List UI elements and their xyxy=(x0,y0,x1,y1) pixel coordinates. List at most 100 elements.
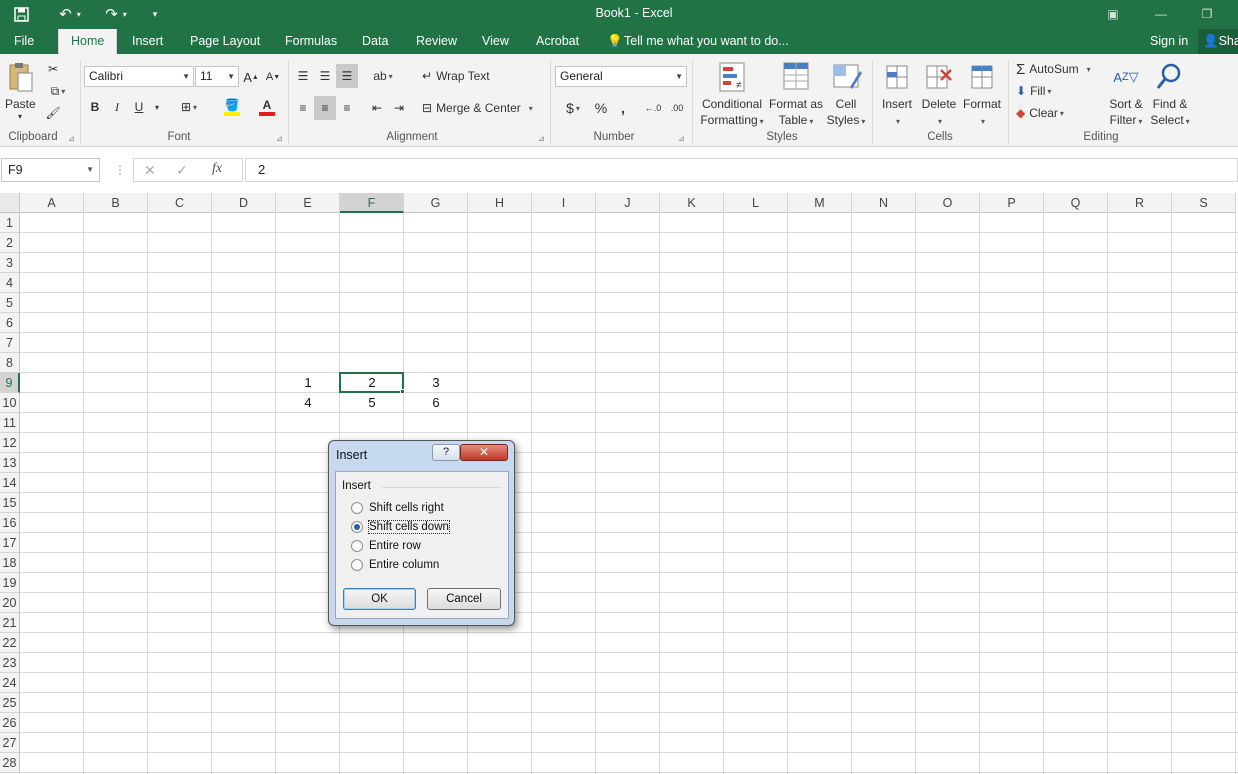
column-header-h[interactable]: H xyxy=(468,193,532,213)
row-header-9[interactable]: 9 xyxy=(0,373,20,393)
row-header-24[interactable]: 24 xyxy=(0,673,20,693)
insert-function-icon[interactable]: fx xyxy=(212,161,222,177)
row-header-10[interactable]: 10 xyxy=(0,393,20,413)
font-name-combo[interactable]: Calibri ▼ xyxy=(84,66,194,87)
decrease-indent-icon[interactable]: ⇤ xyxy=(368,98,386,118)
row-header-22[interactable]: 22 xyxy=(0,633,20,653)
decrease-font-size-icon[interactable]: A ▼ xyxy=(265,68,281,86)
column-header-c[interactable]: C xyxy=(148,193,212,213)
row-header-15[interactable]: 15 xyxy=(0,493,20,513)
row-header-5[interactable]: 5 xyxy=(0,293,20,313)
radio-button[interactable] xyxy=(351,502,363,514)
format-painter-icon[interactable]: 🖌 xyxy=(44,104,62,122)
row-header-7[interactable]: 7 xyxy=(0,333,20,353)
format-as-table-button[interactable]: Format as Table ▾ xyxy=(766,96,826,130)
align-right-icon[interactable]: ≡ xyxy=(338,98,356,118)
column-header-k[interactable]: K xyxy=(660,193,724,213)
merge-center-button[interactable]: ⊟ Merge & Center ▾ xyxy=(422,98,533,118)
row-header-4[interactable]: 4 xyxy=(0,273,20,293)
row-header-25[interactable]: 25 xyxy=(0,693,20,713)
column-header-b[interactable]: B xyxy=(84,193,148,213)
row-header-20[interactable]: 20 xyxy=(0,593,20,613)
tell-me-search[interactable]: Tell me what you want to do... xyxy=(624,29,789,54)
radio-button[interactable] xyxy=(351,559,363,571)
column-header-p[interactable]: P xyxy=(980,193,1044,213)
sign-in-link[interactable]: Sign in xyxy=(1150,29,1188,54)
cancel-entry-icon[interactable]: ✕ xyxy=(144,162,156,179)
column-header-g[interactable]: G xyxy=(404,193,468,213)
copy-icon[interactable]: ⧉ ▾ xyxy=(44,82,72,100)
font-color-icon[interactable]: A xyxy=(252,96,282,118)
cell-e9[interactable]: 1 xyxy=(276,373,340,393)
row-header-28[interactable]: 28 xyxy=(0,753,20,773)
currency-button[interactable]: $ ▾ xyxy=(560,98,586,118)
column-header-f[interactable]: F xyxy=(340,193,404,213)
increase-indent-icon[interactable]: ⇥ xyxy=(390,98,408,118)
help-icon[interactable]: ? xyxy=(432,444,460,461)
row-header-1[interactable]: 1 xyxy=(0,213,20,233)
middle-align-icon[interactable]: ☰ xyxy=(316,66,334,86)
row-header-17[interactable]: 17 xyxy=(0,533,20,553)
option-shift-cells-down[interactable]: Shift cells down xyxy=(351,519,450,535)
row-header-19[interactable]: 19 xyxy=(0,573,20,593)
format-cells-icon[interactable] xyxy=(966,60,998,94)
column-header-j[interactable]: J xyxy=(596,193,660,213)
column-header-s[interactable]: S xyxy=(1172,193,1236,213)
alignment-launcher-icon[interactable]: ⊿ xyxy=(538,134,545,143)
bold-button[interactable]: B xyxy=(88,98,102,116)
clear-button[interactable]: ◆ Clear ▾ xyxy=(1016,104,1064,122)
delete-cells-icon[interactable] xyxy=(924,60,954,94)
italic-button[interactable]: I xyxy=(110,98,124,116)
comma-style-button[interactable]: , xyxy=(616,98,630,118)
row-header-23[interactable]: 23 xyxy=(0,653,20,673)
row-header-6[interactable]: 6 xyxy=(0,313,20,333)
fill-button[interactable]: ⬇ Fill ▾ xyxy=(1016,82,1051,100)
percent-button[interactable]: % xyxy=(592,98,610,118)
font-size-combo[interactable]: 11 ▼ xyxy=(195,66,239,87)
underline-button[interactable]: U xyxy=(132,98,146,116)
row-header-13[interactable]: 13 xyxy=(0,453,20,473)
column-header-i[interactable]: I xyxy=(532,193,596,213)
format-cells-button[interactable]: Format ▾ xyxy=(962,96,1002,130)
paste-dropdown-icon[interactable]: ▾ xyxy=(18,112,22,121)
row-header-21[interactable]: 21 xyxy=(0,613,20,633)
column-header-a[interactable]: A xyxy=(20,193,84,213)
row-header-27[interactable]: 27 xyxy=(0,733,20,753)
row-header-11[interactable]: 11 xyxy=(0,413,20,433)
tab-file[interactable]: File xyxy=(14,29,34,54)
sort-filter-button[interactable]: Sort & Filter ▾ xyxy=(1104,96,1148,130)
worksheet-grid[interactable]: ABCDEFGHIJKLMNOPQRS 1 2 3 4 5 6 7 8 9 10 11 12 13 14 1… xyxy=(0,193,1238,774)
row-header-8[interactable]: 8 xyxy=(0,353,20,373)
column-header-o[interactable]: O xyxy=(916,193,980,213)
share-button[interactable]: 👤Sha xyxy=(1198,29,1238,54)
column-header-r[interactable]: R xyxy=(1108,193,1172,213)
ribbon-display-options-icon[interactable]: ▣ xyxy=(1090,3,1136,25)
cell-styles-icon[interactable] xyxy=(830,60,864,94)
align-left-icon[interactable]: ≡ xyxy=(294,98,312,118)
row-header-2[interactable]: 2 xyxy=(0,233,20,253)
row-header-18[interactable]: 18 xyxy=(0,553,20,573)
cell-g9[interactable]: 3 xyxy=(404,373,468,393)
formula-bar-handle-icon[interactable]: ⋮ xyxy=(114,163,126,177)
increase-font-size-icon[interactable]: A ▲ xyxy=(243,68,259,86)
tab-home[interactable]: Home xyxy=(58,29,118,54)
insert-cells-button[interactable]: Insert ▾ xyxy=(878,96,916,130)
autosum-button[interactable]: Σ AutoSum ▾ xyxy=(1016,60,1091,78)
top-align-icon[interactable]: ☰ xyxy=(294,66,312,86)
paste-icon[interactable] xyxy=(6,60,36,94)
formula-input[interactable]: 2 xyxy=(245,158,1238,182)
row-header-3[interactable]: 3 xyxy=(0,253,20,273)
column-header-n[interactable]: N xyxy=(852,193,916,213)
delete-cells-button[interactable]: Delete ▾ xyxy=(920,96,958,130)
number-format-combo[interactable]: General ▼ xyxy=(555,66,687,87)
row-header-16[interactable]: 16 xyxy=(0,513,20,533)
tab-review[interactable]: Review xyxy=(416,29,457,54)
increase-decimal-icon[interactable]: ←.0 xyxy=(642,98,664,118)
ok-button[interactable]: OK xyxy=(343,588,416,610)
find-select-button[interactable]: Find & Select ▾ xyxy=(1148,96,1192,130)
tab-insert[interactable]: Insert xyxy=(132,29,163,54)
cell-f10[interactable]: 5 xyxy=(340,393,404,413)
fill-handle[interactable] xyxy=(400,389,405,394)
option-entire-row[interactable]: Entire row xyxy=(351,538,421,554)
conditional-formatting-icon[interactable]: ≠ xyxy=(716,60,750,94)
